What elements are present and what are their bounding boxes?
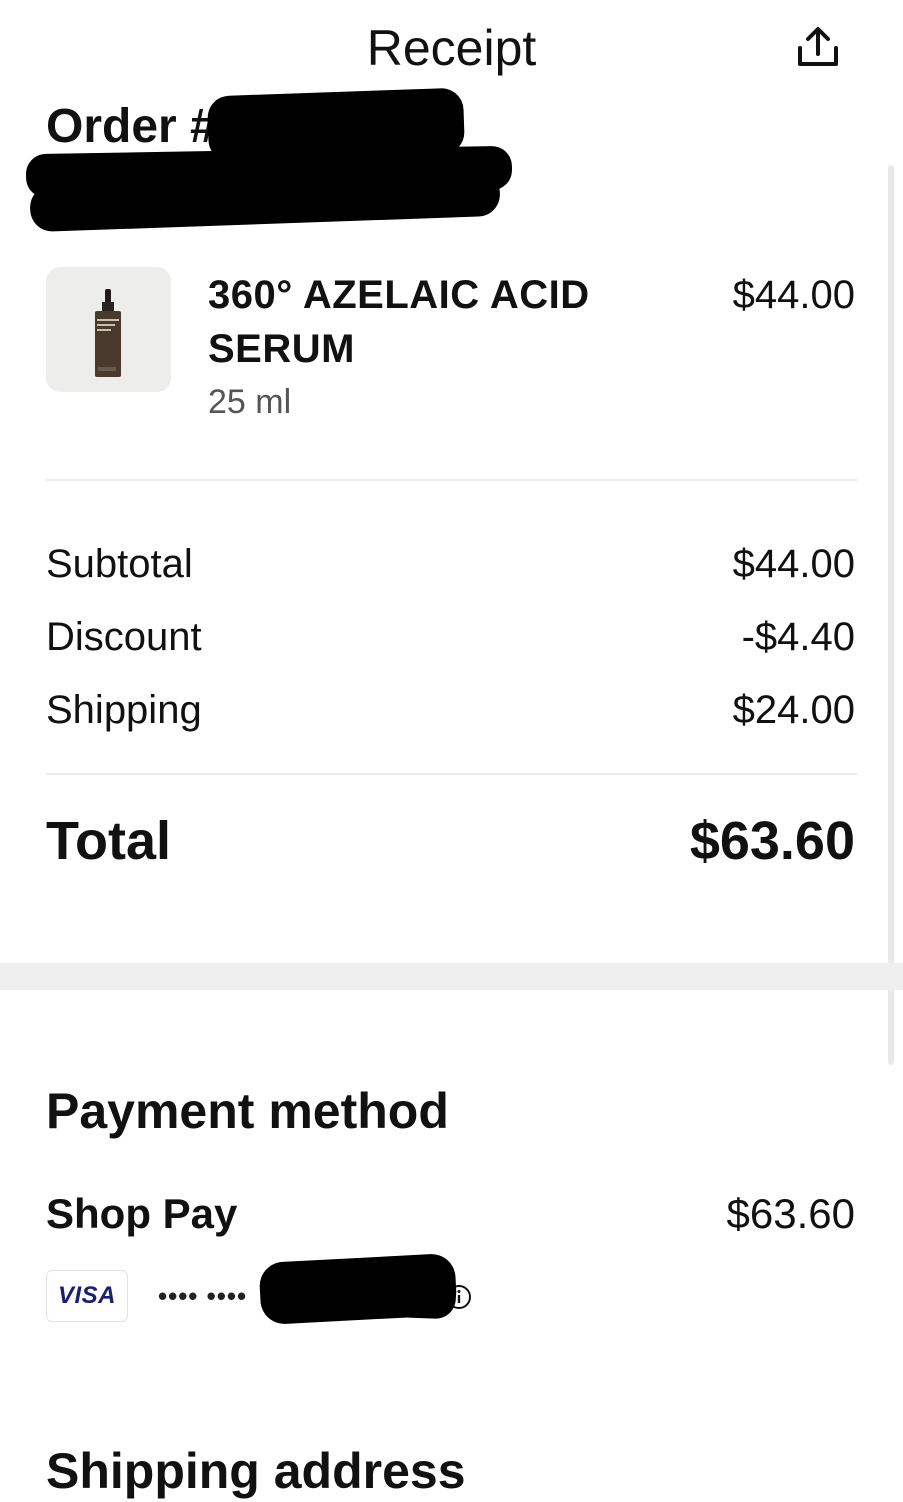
divider <box>46 479 857 481</box>
product-name: 360° AZELAIC ACID SERUM <box>208 273 590 371</box>
total-label: Total <box>46 811 171 871</box>
page-title: Receipt <box>366 20 537 76</box>
payment-method-name: Shop Pay <box>46 1190 238 1237</box>
product-variant: 25 ml <box>208 383 292 421</box>
visa-card-badge: VISA <box>46 1270 128 1322</box>
divider <box>46 773 857 775</box>
total-value: $63.60 <box>689 811 855 871</box>
card-number-mask: •••• •••• <box>158 1281 248 1311</box>
product-thumbnail <box>46 267 171 392</box>
share-button[interactable] <box>794 24 842 72</box>
share-icon <box>798 27 838 66</box>
product-bottle-image <box>95 289 121 377</box>
subtotal-label: Subtotal <box>46 542 193 586</box>
shipping-value: $24.00 <box>732 688 855 732</box>
shipping-label: Shipping <box>46 688 202 732</box>
order-number: Order # <box>46 100 217 153</box>
section-separator <box>0 963 903 990</box>
shipping-address-heading: Shipping address <box>46 1443 466 1499</box>
payment-amount: $63.60 <box>726 1190 855 1237</box>
product-price: $44.00 <box>732 273 855 317</box>
subtotal-value: $44.00 <box>732 542 855 586</box>
discount-value: -$4.40 <box>741 615 855 659</box>
payment-method-heading: Payment method <box>46 1083 449 1139</box>
scrollbar[interactable] <box>888 165 894 1065</box>
discount-label: Discount <box>46 615 202 659</box>
